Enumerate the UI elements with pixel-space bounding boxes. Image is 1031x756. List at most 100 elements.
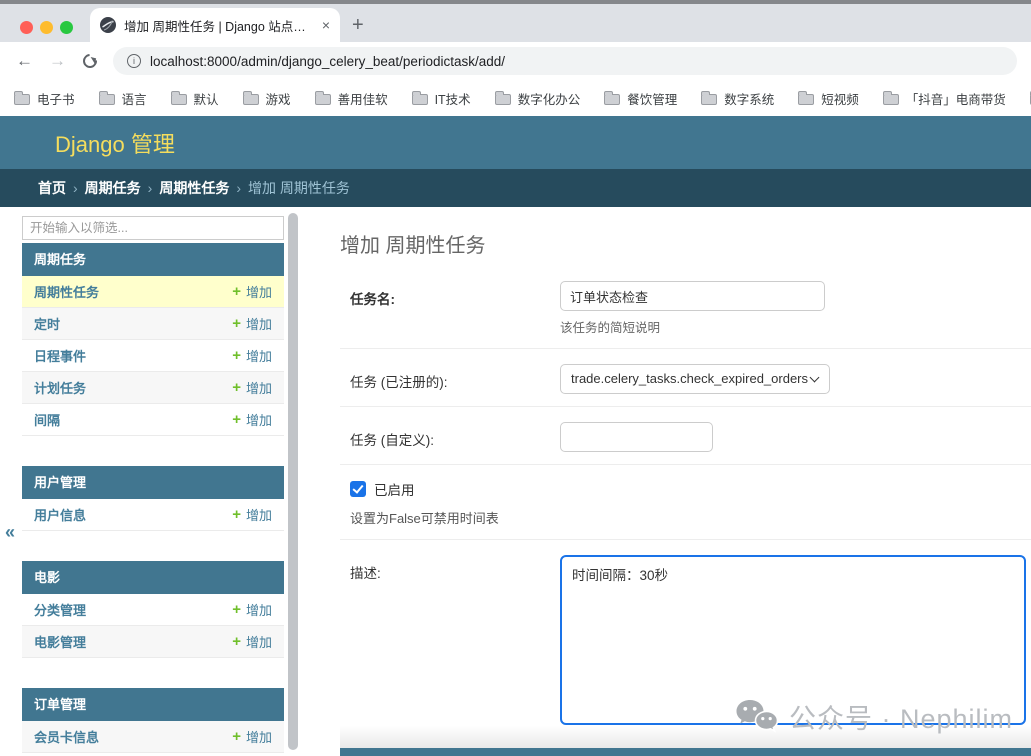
breadcrumb-home-link[interactable]: 首页 <box>38 178 66 198</box>
tab-title: 增加 周期性任务 | Django 站点管理 <box>124 19 314 34</box>
name-field-label: 任务名: <box>350 292 395 307</box>
model-link[interactable]: 周期性任务 <box>34 282 99 301</box>
maximize-window-button[interactable] <box>60 21 73 34</box>
enabled-label: 已启用 <box>374 483 415 498</box>
sidebar-item-category[interactable]: 分类管理 + 增加 <box>22 594 284 626</box>
model-link[interactable]: 日程事件 <box>34 346 86 365</box>
bookmark-folder[interactable]: 默认 <box>170 89 219 108</box>
new-tab-button[interactable]: + <box>352 12 364 38</box>
minimize-window-button[interactable] <box>40 21 53 34</box>
add-link[interactable]: + 增加 <box>232 314 272 333</box>
page-info-icon[interactable]: i <box>127 54 141 68</box>
add-link[interactable]: + 增加 <box>232 600 272 619</box>
add-link[interactable]: + 增加 <box>232 346 272 365</box>
sidebar-collapse-toggle[interactable]: « <box>5 522 15 543</box>
sidebar-item-movie[interactable]: 电影管理 + 增加 <box>22 626 284 658</box>
task-custom-label: 任务 (自定义): <box>350 433 434 448</box>
bookmark-folder[interactable]: 游戏 <box>242 89 291 108</box>
sidebar-item-periodictask[interactable]: 周期性任务 + 增加 <box>22 276 284 308</box>
browser-window: 增加 周期性任务 | Django 站点管理 × + ← → i localho… <box>0 0 1031 756</box>
nav-sidebar: 周期任务 周期性任务 +增加 定时 +增加 日程事件 +增加 计划任务 +增加 <box>22 207 284 756</box>
sidebar-item-membercard[interactable]: 会员卡信息 + 增加 <box>22 721 284 753</box>
model-link[interactable]: 定时 <box>34 314 60 333</box>
breadcrumb: 首页 › 周期任务 › 周期性任务 › 增加 周期性任务 <box>0 169 1031 207</box>
bookmark-folder[interactable]: 数字系统 <box>701 89 774 108</box>
bookmark-folder[interactable]: IT技术 <box>411 89 471 108</box>
enabled-checkbox[interactable] <box>350 481 366 497</box>
description-label: 描述: <box>350 566 381 581</box>
tab-close-icon[interactable]: × <box>322 17 330 33</box>
sidebar-module-movies: 电影 分类管理 + 增加 电影管理 + 增加 <box>22 561 284 658</box>
traffic-lights <box>20 21 73 34</box>
close-window-button[interactable] <box>20 21 33 34</box>
task-registered-select[interactable]: trade.celery_tasks.check_expired_orders <box>560 364 830 394</box>
bookmark-folder[interactable]: 「抖音」电商带货 <box>882 89 1006 108</box>
add-link[interactable]: + 增加 <box>232 632 272 651</box>
model-link[interactable]: 计划任务 <box>34 378 86 397</box>
site-title-link[interactable]: Django 管理 <box>55 127 175 159</box>
sidebar-module-orders: 订单管理 会员卡信息 + 增加 <box>22 688 284 753</box>
sidebar-item-clocked[interactable]: 计划任务 + 增加 <box>22 372 284 404</box>
breadcrumb-app-link[interactable]: 周期任务 <box>85 178 141 198</box>
bookmarks-bar: 电子书 语言 默认 游戏 善用佳软 IT技术 数字化办公 餐饮管理 数字系统 短… <box>0 80 1031 116</box>
folder-icon <box>98 91 115 105</box>
model-link[interactable]: 会员卡信息 <box>34 727 99 746</box>
bookmark-folder[interactable]: 善用佳软 <box>314 89 388 108</box>
plus-icon: + <box>232 283 241 300</box>
task-registered-label: 任务 (已注册的): <box>350 375 448 390</box>
bookmark-folder[interactable]: 电子书 <box>14 89 75 108</box>
sidebar-module-periodic-tasks: 周期任务 周期性任务 + 增加 定时 + 增加 日程事件 + 增加 计划任务 + 增加 <box>22 243 284 436</box>
form-row-enabled: 已启用 设置为False可禁用时间表 <box>340 465 1031 540</box>
sidebar-item-interval[interactable]: 间隔 + 增加 <box>22 404 284 436</box>
folder-icon <box>604 91 621 105</box>
watermark-text: 公众号 · Nephilim <box>788 704 1013 734</box>
folder-icon <box>494 91 511 105</box>
add-link[interactable]: + 增加 <box>232 505 272 524</box>
sidebar-item-crontab[interactable]: 定时 + 增加 <box>22 308 284 340</box>
folder-icon <box>314 91 331 105</box>
breadcrumb-model-link[interactable]: 周期性任务 <box>159 178 229 198</box>
model-link[interactable]: 间隔 <box>34 410 60 429</box>
plus-icon: + <box>232 347 241 364</box>
plus-icon: + <box>232 633 241 650</box>
folder-icon <box>701 91 718 105</box>
scrollbar-thumb[interactable] <box>288 213 298 750</box>
add-link[interactable]: + 增加 <box>232 727 272 746</box>
bookmark-folder[interactable]: 语言 <box>98 89 147 108</box>
form-row-task-custom: 任务 (自定义): <box>340 407 1031 465</box>
folder-icon <box>411 91 428 105</box>
folder-icon <box>170 91 187 105</box>
sidebar-module-title: 电影 <box>22 561 284 594</box>
refresh-icon[interactable] <box>80 51 100 71</box>
add-link[interactable]: + 增加 <box>232 378 272 397</box>
browser-tab[interactable]: 增加 周期性任务 | Django 站点管理 × <box>90 8 340 42</box>
task-custom-field[interactable] <box>560 422 713 452</box>
model-link[interactable]: 分类管理 <box>34 600 86 619</box>
folder-icon <box>798 91 815 105</box>
form-row-task-registered: 任务 (已注册的): trade.celery_tasks.check_expi… <box>340 349 1031 407</box>
favicon-globe-icon <box>100 17 116 33</box>
sidebar-item-solar[interactable]: 日程事件 + 增加 <box>22 340 284 372</box>
bookmark-folder[interactable]: 餐饮管理 <box>604 89 677 108</box>
folder-icon <box>14 91 30 105</box>
plus-icon: + <box>232 315 241 332</box>
name-field-help: 该任务的简短说明 <box>560 321 661 335</box>
add-link[interactable]: + 增加 <box>232 282 272 301</box>
plus-icon: + <box>232 379 241 396</box>
main-form-area: 增加 周期性任务 任务名: 该任务的简短说明 任务 (已注册的): trade.… <box>340 207 1031 756</box>
sidebar-filter-input[interactable] <box>22 216 284 240</box>
sidebar-module-users: 用户管理 用户信息 + 增加 <box>22 466 284 531</box>
name-field[interactable] <box>560 281 825 311</box>
add-link[interactable]: + 增加 <box>232 410 272 429</box>
model-link[interactable]: 用户信息 <box>34 505 86 524</box>
bookmark-folder[interactable]: 数字化办公 <box>494 89 580 108</box>
plus-icon: + <box>232 601 241 618</box>
sidebar-item-userinfo[interactable]: 用户信息 + 增加 <box>22 499 284 531</box>
forward-icon[interactable]: → <box>49 51 66 71</box>
bookmark-folder[interactable]: 短视频 <box>798 89 859 108</box>
model-link[interactable]: 电影管理 <box>34 632 86 651</box>
breadcrumb-separator: › <box>147 180 153 196</box>
sidebar-module-title: 用户管理 <box>22 466 284 499</box>
address-bar[interactable]: i localhost:8000/admin/django_celery_bea… <box>113 47 1017 75</box>
back-icon[interactable]: ← <box>16 51 33 71</box>
